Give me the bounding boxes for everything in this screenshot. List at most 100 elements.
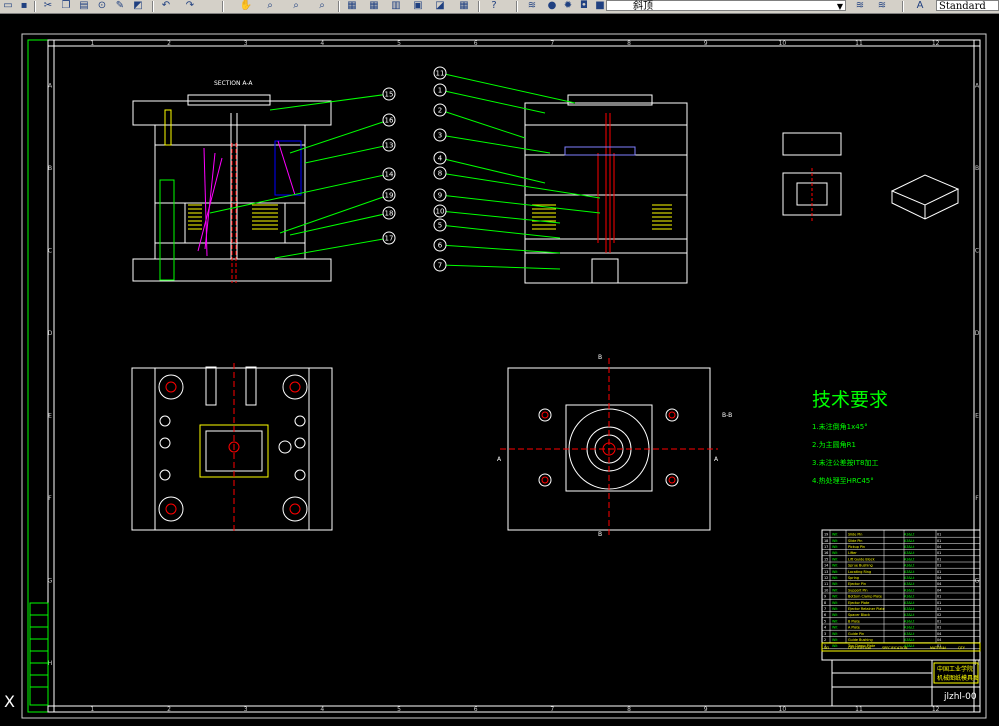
bom-cell: Ejector Retainer Plate <box>848 607 885 611</box>
drawing-area[interactable]: 112233445566778899101011111212 A AB BC CD DE… <box>0 13 999 726</box>
balloon-label: 19 <box>385 192 394 200</box>
bom-row: 2 Wit Guide Bushing A3&Lt 04 <box>822 638 980 643</box>
ucs-icon: X <box>4 692 15 711</box>
toolpalette-icon[interactable]: ▥ <box>388 0 404 12</box>
markup-icon[interactable]: ◪ <box>432 0 448 12</box>
column-label-top: 8 <box>627 40 631 47</box>
new-icon[interactable]: ▭ <box>0 0 16 12</box>
row-label-left: B <box>48 165 52 172</box>
balloon-label: 11 <box>436 70 445 78</box>
bom-header-cell: NO. <box>824 646 830 650</box>
designcenter-icon[interactable]: ▦ <box>366 0 382 12</box>
zoom-realtime-icon[interactable]: ⌕ <box>262 0 278 12</box>
layer-previous-icon[interactable]: ≋ <box>874 0 890 12</box>
bom-cell: 16 <box>824 551 828 555</box>
sheetset-icon[interactable]: ▣ <box>410 0 426 12</box>
column-label-bottom: 10 <box>779 706 787 713</box>
paste-icon[interactable]: ▤ <box>76 0 92 12</box>
bom-row: 7 Wit Ejector Retainer Plate A3&Lt 01 <box>822 607 980 612</box>
bom-cell: 02 <box>937 613 941 617</box>
textstyle-icon[interactable]: A <box>912 0 928 12</box>
bom-row: 14 Wit Sprue Bushing A3&Lt 01 <box>822 564 980 569</box>
pan-icon[interactable]: ✋ <box>238 0 254 12</box>
bom-cell: Wit <box>832 613 838 617</box>
copy-icon[interactable]: ❐ <box>58 0 74 12</box>
column-label-bottom: 4 <box>320 706 324 713</box>
bom-cell: A3&Lt <box>904 638 915 642</box>
bom-cell: 2 <box>824 638 826 642</box>
bom-cell: Wit <box>832 638 838 642</box>
bom-cell: Wit <box>832 626 838 630</box>
row-label-right: C <box>975 247 979 254</box>
row-label-left: C <box>48 247 52 254</box>
layer-sun-icon[interactable]: ✹ <box>560 0 576 12</box>
balloon-label: 17 <box>385 235 394 243</box>
column-label-top: 6 <box>474 40 478 47</box>
bom-cell: Wit <box>832 607 838 611</box>
properties-icon[interactable]: ▦ <box>344 0 360 12</box>
chevron-down-icon[interactable]: ▼ <box>837 1 843 12</box>
bom-cell: Wit <box>832 564 838 568</box>
svg-text:B: B <box>598 354 602 361</box>
bom-cell: 04 <box>937 582 941 586</box>
cut-icon[interactable]: ✂ <box>40 0 56 12</box>
bom-cell: Wit <box>832 570 838 574</box>
svg-text:B: B <box>598 531 602 538</box>
bom-cell: 01 <box>937 570 941 574</box>
bom-row: 19 Wit Slide Pin A3&Lt 01 <box>822 533 980 538</box>
bom-cell: A3&Lt <box>904 582 915 586</box>
layer-lock-icon[interactable]: ◘ <box>576 0 592 12</box>
row-label-right: B <box>975 165 979 172</box>
revision-block <box>29 602 49 706</box>
bom-cell: Wit <box>832 601 838 605</box>
help-icon[interactable]: ? <box>486 0 502 12</box>
springs-left <box>188 204 278 230</box>
balloon-label: 7 <box>438 262 442 270</box>
bom-cell: A3&Lt <box>904 626 915 630</box>
bom-cell: Slide Pin <box>848 533 862 537</box>
column-label-bottom: 8 <box>627 706 631 713</box>
zoom-previous-icon[interactable]: ⌕ <box>314 0 330 12</box>
redo-icon[interactable]: ↷ <box>182 0 198 12</box>
text-style-dropdown[interactable]: Standard <box>936 0 999 12</box>
tech-requirements-title: 技术要求 <box>812 389 888 411</box>
bom-cell: Slide Pin <box>848 539 862 543</box>
undo-icon[interactable]: ↶ <box>158 0 174 12</box>
balloon-label: 13 <box>385 142 394 150</box>
bom-cell: 6 <box>824 613 826 617</box>
layer-manager-icon[interactable]: ≋ <box>524 0 540 12</box>
column-label-top: 9 <box>704 40 708 47</box>
plan-view-left <box>131 363 333 533</box>
bom-cell: 15 <box>824 557 828 561</box>
brush-icon[interactable]: ✎ <box>112 0 128 12</box>
bom-cell: 8 <box>824 601 826 605</box>
column-label-bottom: 12 <box>932 706 940 713</box>
bom-cell: 7 <box>824 607 826 611</box>
bom-cell: A3&Lt <box>904 564 915 568</box>
layer-dropdown[interactable]: 斜顶 ▼ <box>606 0 846 12</box>
leader-line <box>269 93 390 111</box>
row-label-left: F <box>48 495 52 502</box>
svg-text:B-B: B-B <box>722 412 732 419</box>
calc-icon[interactable]: ▦ <box>456 0 472 12</box>
svg-text:1.未注倒角1x45°: 1.未注倒角1x45° <box>812 422 868 431</box>
column-label-top: 10 <box>779 40 787 47</box>
bom-cell: 04 <box>937 588 941 592</box>
zoom-window-icon[interactable]: ⌕ <box>288 0 304 12</box>
bom-cell: Locating Ring <box>848 570 871 574</box>
make-current-icon[interactable]: ≋ <box>852 0 868 12</box>
bom-cell: 01 <box>937 595 941 599</box>
match-icon[interactable]: ⊙ <box>94 0 110 12</box>
bom-cell: Wit <box>832 576 838 580</box>
leader-line <box>439 224 561 239</box>
layer-name: 斜顶 <box>633 1 653 12</box>
bom-cell: Wit <box>832 533 838 537</box>
bom-cell: 4 <box>824 626 826 630</box>
layer-bulb-icon[interactable]: ● <box>544 0 560 12</box>
svg-text:A: A <box>497 456 502 463</box>
bom-cell: Wit <box>832 557 838 561</box>
block-icon[interactable]: ◩ <box>130 0 146 12</box>
save-icon[interactable]: ▪ <box>16 0 32 12</box>
bom-cell: Wit <box>832 539 838 543</box>
bom-header-cell: QTY <box>958 646 966 650</box>
